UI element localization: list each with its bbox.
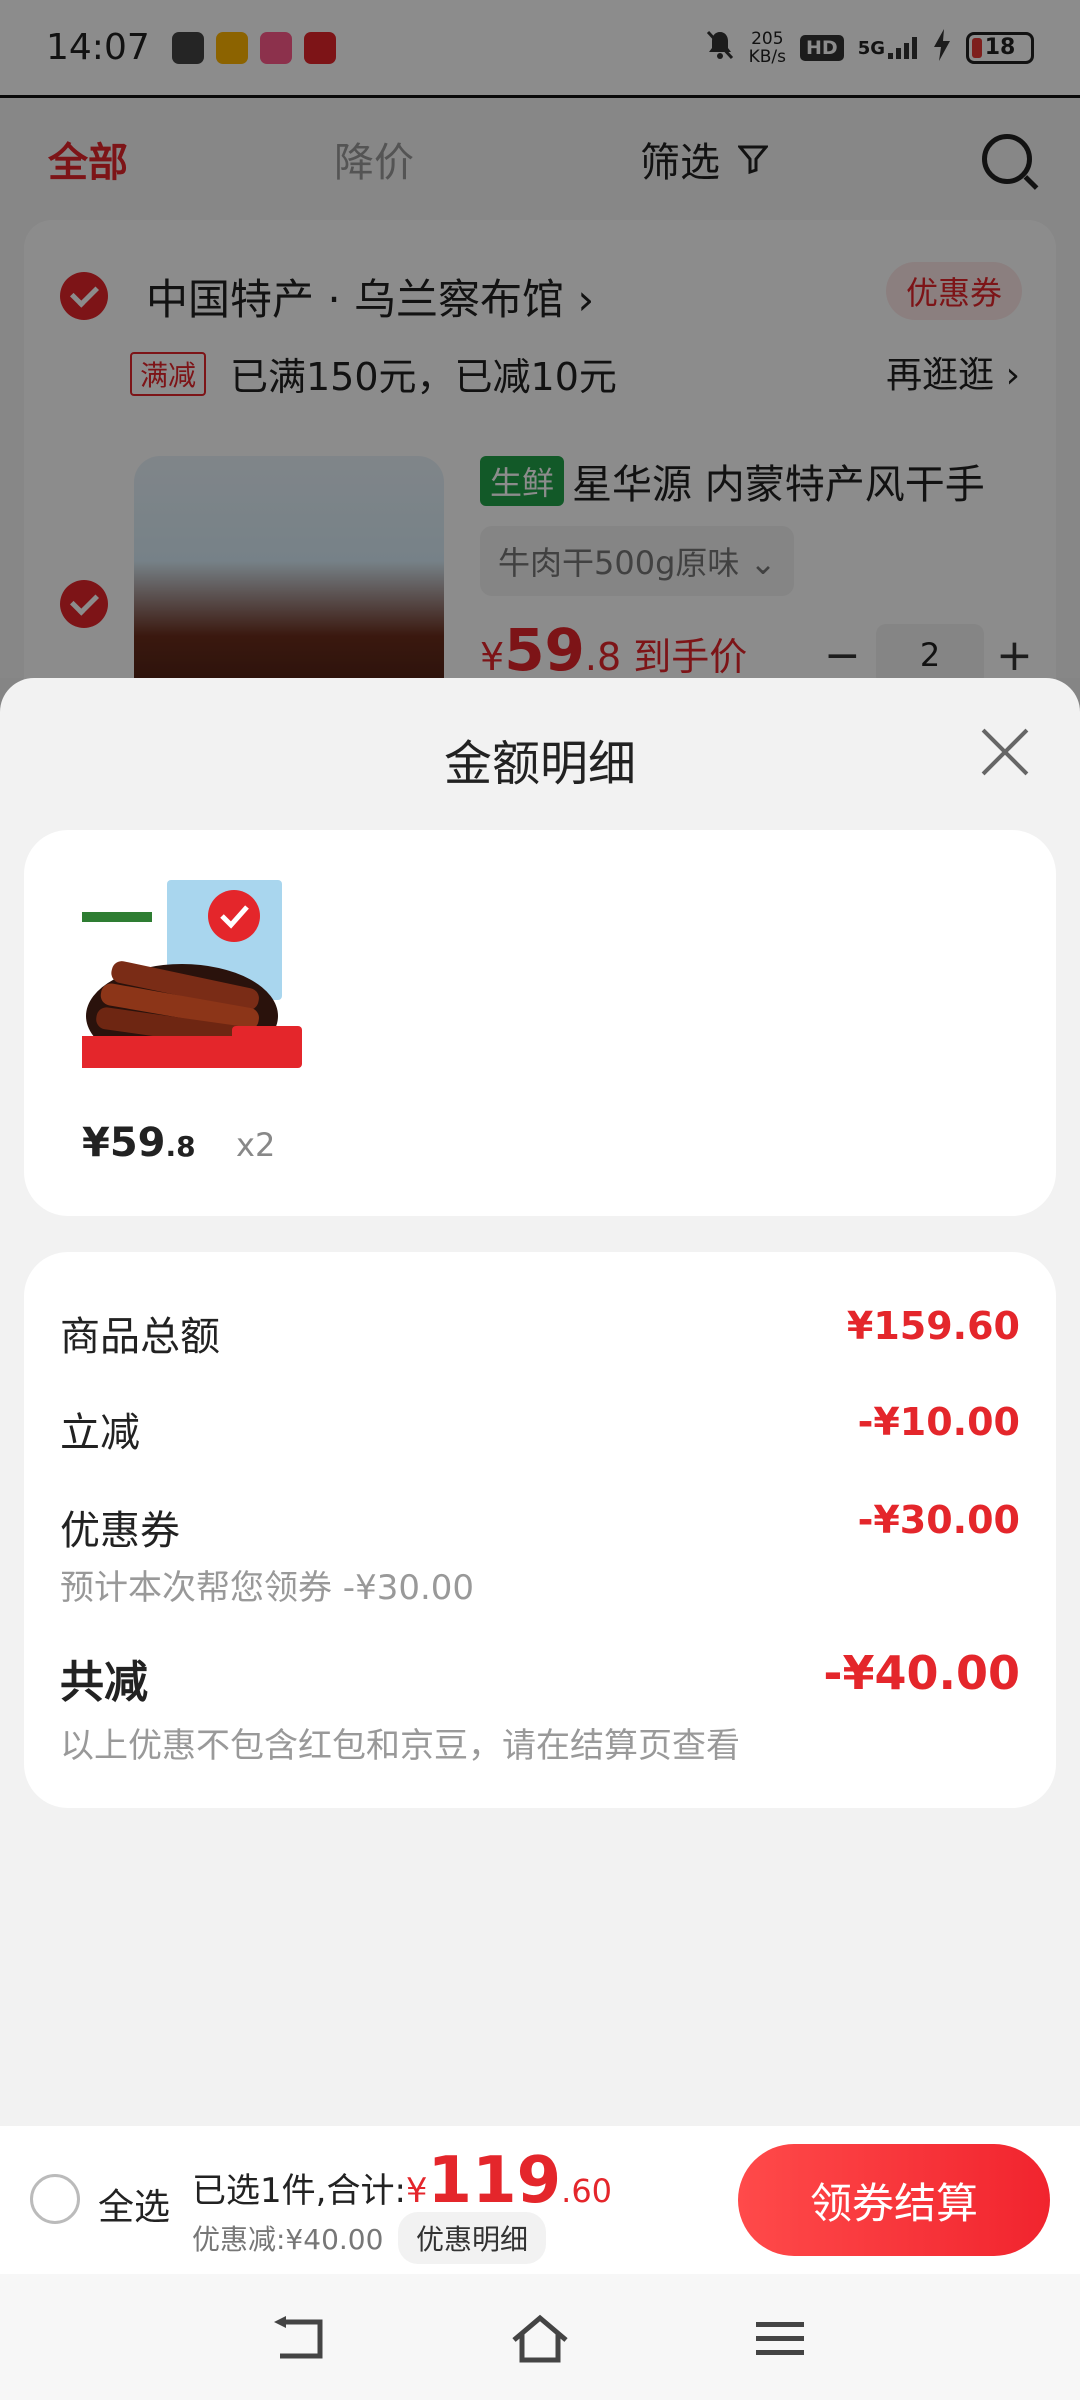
summary-prefix: 已选1件,合计: xyxy=(192,2171,406,2211)
item-qty: x2 xyxy=(236,1126,276,1164)
instant-discount-row: 立减 -¥10.00 xyxy=(60,1400,1020,1458)
discount-summary: 优惠减:¥40.00 xyxy=(192,2223,384,2256)
instant-discount-value: -¥10.00 xyxy=(857,1400,1020,1444)
checkout-bar: 全选 已选1件,合计:¥119.60 优惠减:¥40.00 优惠明细 领券结算 xyxy=(0,2126,1080,2274)
selection-summary: 已选1件,合计:¥119.60 xyxy=(192,2144,612,2218)
total-discount-note: 以上优惠不包含红包和京豆，请在结算页查看 xyxy=(60,1726,740,1766)
amount-detail-sheet: 金额明细 ¥59.8 x2 商品总额 ¥159.60 立减 -¥10.00 优惠… xyxy=(0,678,1080,2126)
total-discount-row: 共减 -¥40.00 xyxy=(60,1646,1020,1710)
coupon-subtext: 预计本次帮您领券 -¥30.00 xyxy=(60,1568,475,1608)
item-price: ¥59.8 xyxy=(82,1120,196,1166)
total-discount-label: 共减 xyxy=(60,1657,148,1708)
goods-total-label: 商品总额 xyxy=(60,1314,220,1360)
coupon-label: 优惠券 xyxy=(60,1508,180,1554)
sheet-title: 金额明细 xyxy=(443,736,636,792)
goods-total-value: ¥159.60 xyxy=(846,1304,1020,1348)
instant-discount-label: 立减 xyxy=(60,1410,140,1456)
total-discount-value: -¥40.00 xyxy=(823,1646,1020,1700)
close-icon[interactable] xyxy=(980,728,1030,778)
product-thumbnail xyxy=(82,876,304,1072)
item-card: ¥59.8 x2 xyxy=(24,830,1056,1216)
goods-total-row: 商品总额 ¥159.60 xyxy=(60,1304,1020,1362)
total-dec: .60 xyxy=(561,2172,613,2210)
discount-detail-button[interactable]: 优惠明细 xyxy=(398,2212,547,2264)
checkout-button[interactable]: 领券结算 xyxy=(738,2144,1050,2256)
total-int: 119 xyxy=(427,2144,562,2218)
system-nav-bar xyxy=(0,2274,1080,2400)
back-icon[interactable] xyxy=(270,2314,330,2364)
menu-icon[interactable] xyxy=(750,2314,810,2364)
home-icon[interactable] xyxy=(510,2314,570,2364)
item-price-int: ¥59 xyxy=(82,1120,166,1166)
item-price-dec: .8 xyxy=(165,1130,196,1163)
coupon-value: -¥30.00 xyxy=(857,1498,1020,1542)
select-all-checkbox[interactable] xyxy=(30,2174,80,2224)
coupon-row: 优惠券 -¥30.00 xyxy=(60,1498,1020,1556)
select-all-label[interactable]: 全选 xyxy=(98,2178,170,2230)
summary-card: 商品总额 ¥159.60 立减 -¥10.00 优惠券 -¥30.00 预计本次… xyxy=(24,1252,1056,1808)
total-yen: ¥ xyxy=(405,2171,428,2211)
